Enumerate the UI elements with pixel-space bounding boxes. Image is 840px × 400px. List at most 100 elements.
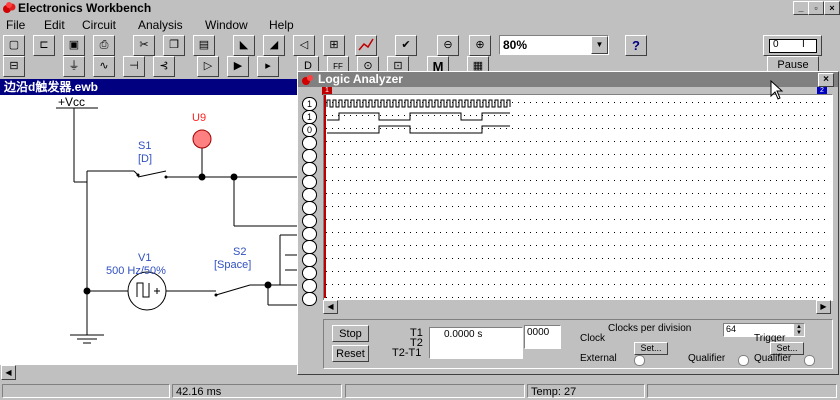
- v1-spec-label: 500 Hz/50%: [106, 265, 166, 277]
- scroll-right-icon[interactable]: ▶: [816, 300, 831, 314]
- s1-key-label: [D]: [138, 153, 153, 165]
- diodes-icon[interactable]: ⊣: [123, 56, 145, 77]
- analyzer-controls: Stop Reset T1 T2 T2-T1 0.0000 s 0000 Clo…: [323, 319, 833, 369]
- transistors-icon[interactable]: ⊰: [153, 56, 175, 77]
- paste-icon[interactable]: ▤: [193, 35, 215, 56]
- flip-horizontal-icon[interactable]: ◢: [263, 35, 285, 56]
- waveform-scrollbar[interactable]: ◀ ▶: [323, 300, 831, 314]
- hex-value: 0000: [527, 327, 550, 338]
- channel-15-input[interactable]: [302, 279, 317, 293]
- channel-14-input[interactable]: [302, 266, 317, 280]
- clock-qualifier-label: Qualifier: [688, 353, 726, 364]
- channel-2-input[interactable]: 1: [302, 110, 317, 124]
- stop-button[interactable]: Stop: [332, 325, 369, 342]
- hex-readout: 0000: [524, 325, 561, 349]
- channel-6-input[interactable]: [302, 162, 317, 176]
- help-button[interactable]: ?: [625, 35, 647, 56]
- basic-icon[interactable]: ∿: [93, 56, 115, 77]
- status-bar: 42.16 ms Temp: 27: [0, 382, 840, 400]
- reset-button[interactable]: Reset: [332, 345, 369, 362]
- time-value: 0.0000 s: [444, 329, 483, 340]
- status-cell-empty: [345, 384, 525, 398]
- s2-label: S2: [233, 246, 247, 258]
- channel-11-input[interactable]: [302, 227, 317, 241]
- mixed-ic-icon[interactable]: ▶: [227, 56, 249, 77]
- circuit-scrollbar[interactable]: ◀: [0, 365, 300, 380]
- cut-icon[interactable]: ✂: [133, 35, 155, 56]
- minimize-button[interactable]: _: [793, 1, 809, 15]
- digital-ic-icon[interactable]: ▸: [257, 56, 279, 77]
- menu-window[interactable]: Window: [205, 18, 248, 32]
- s2-key-label: [Space]: [214, 259, 252, 271]
- zoom-select[interactable]: 80% ▼: [499, 35, 609, 55]
- open-folder-icon[interactable]: ⊏: [33, 35, 55, 56]
- channel-inputs: 1 1 0: [298, 96, 322, 306]
- menu-edit[interactable]: Edit: [44, 18, 65, 32]
- graph-icon[interactable]: [355, 35, 377, 56]
- logic-analyzer-close-icon[interactable]: ×: [818, 73, 834, 87]
- scroll-left-icon[interactable]: ◀: [1, 365, 16, 380]
- status-time: 42.16 ms: [172, 384, 342, 398]
- clock-qualifier-radio[interactable]: [738, 355, 749, 366]
- app-title: Electronics Workbench: [18, 1, 152, 15]
- parts-bin-icon[interactable]: ⊟: [3, 56, 25, 77]
- external-radio[interactable]: [634, 355, 645, 366]
- menu-analysis[interactable]: Analysis: [138, 18, 183, 32]
- circuit-window-title: 边沿d触发器.ewb: [0, 79, 300, 95]
- sources-icon[interactable]: ⏚: [63, 56, 85, 77]
- close-button[interactable]: ×: [824, 1, 840, 15]
- scroll-left-icon[interactable]: ◀: [323, 300, 338, 314]
- channel-10-input[interactable]: [302, 214, 317, 228]
- copy-icon[interactable]: ❐: [163, 35, 185, 56]
- component-properties-icon[interactable]: ⊞: [323, 35, 345, 56]
- power-on-label: I: [802, 39, 805, 50]
- power-switch[interactable]: 0 I: [763, 35, 822, 56]
- waveform-display[interactable]: [323, 94, 833, 301]
- analog-ic-icon[interactable]: ▷: [197, 56, 219, 77]
- time-readout: 0.0000 s: [429, 327, 523, 359]
- logic-analyzer-icon: [302, 75, 313, 85]
- menu-file[interactable]: File: [6, 18, 25, 32]
- channel-16-input[interactable]: [302, 292, 317, 306]
- zoom-out-icon[interactable]: ⊖: [437, 35, 459, 56]
- t2-t1-label: T2-T1: [392, 347, 422, 359]
- channel-5-input[interactable]: [302, 149, 317, 163]
- v1-label: V1: [138, 252, 152, 264]
- flip-vertical-icon[interactable]: ◁: [293, 35, 315, 56]
- channel-4-input[interactable]: [302, 136, 317, 150]
- menu-help[interactable]: Help: [269, 18, 294, 32]
- chevron-down-icon[interactable]: ▼: [591, 36, 608, 54]
- print-icon[interactable]: ⎙: [93, 35, 115, 56]
- trigger-qualifier-radio[interactable]: [804, 355, 815, 366]
- channel-8-input[interactable]: [302, 188, 317, 202]
- clock-set-button[interactable]: Set...: [634, 342, 668, 355]
- rotate-icon[interactable]: ◣: [233, 35, 255, 56]
- channel-3-input[interactable]: 0: [302, 123, 317, 137]
- zoom-in-icon[interactable]: ⊕: [469, 35, 491, 56]
- new-file-icon[interactable]: ▢: [3, 35, 25, 56]
- channel-12-input[interactable]: [302, 240, 317, 254]
- mouse-cursor-icon: [770, 80, 784, 100]
- channel-13-input[interactable]: [302, 253, 317, 267]
- circuit-canvas[interactable]: +Vcc U9 S1 [D] V1 500 Hz/50% S2 [Space]: [0, 95, 300, 365]
- spinner-icon[interactable]: ▲ ▼: [794, 324, 804, 336]
- app-icon: [3, 2, 16, 13]
- zoom-value: 80%: [503, 38, 528, 52]
- clock-trigger-group: Clocks per division 64 ▲ ▼ Clock Trigger …: [572, 320, 832, 368]
- save-icon[interactable]: ▣: [63, 35, 85, 56]
- waveform-traces: [324, 95, 830, 298]
- channel-7-input[interactable]: [302, 175, 317, 189]
- check-icon[interactable]: ✔: [395, 35, 417, 56]
- channel-9-input[interactable]: [302, 201, 317, 215]
- s1-label: S1: [138, 140, 152, 152]
- clock-label: Clock: [580, 333, 606, 344]
- menu-bar: File Edit Circuit Analysis Window Help: [0, 16, 840, 34]
- status-cell-right: [647, 384, 837, 398]
- clocks-per-division-label: Clocks per division: [608, 323, 692, 334]
- u9-label: U9: [192, 112, 207, 124]
- menu-circuit[interactable]: Circuit: [82, 18, 116, 32]
- maximize-button[interactable]: ▫: [808, 1, 824, 15]
- channel-1-input[interactable]: 1: [302, 97, 317, 111]
- toolbar-main: ▢ ⊏ ▣ ⎙ ✂ ❐ ▤ ◣ ◢ ◁ ⊞ ✔ ⊖ ⊕ 80% ▼ ? 0 I: [0, 34, 840, 56]
- external-label: External: [580, 353, 617, 364]
